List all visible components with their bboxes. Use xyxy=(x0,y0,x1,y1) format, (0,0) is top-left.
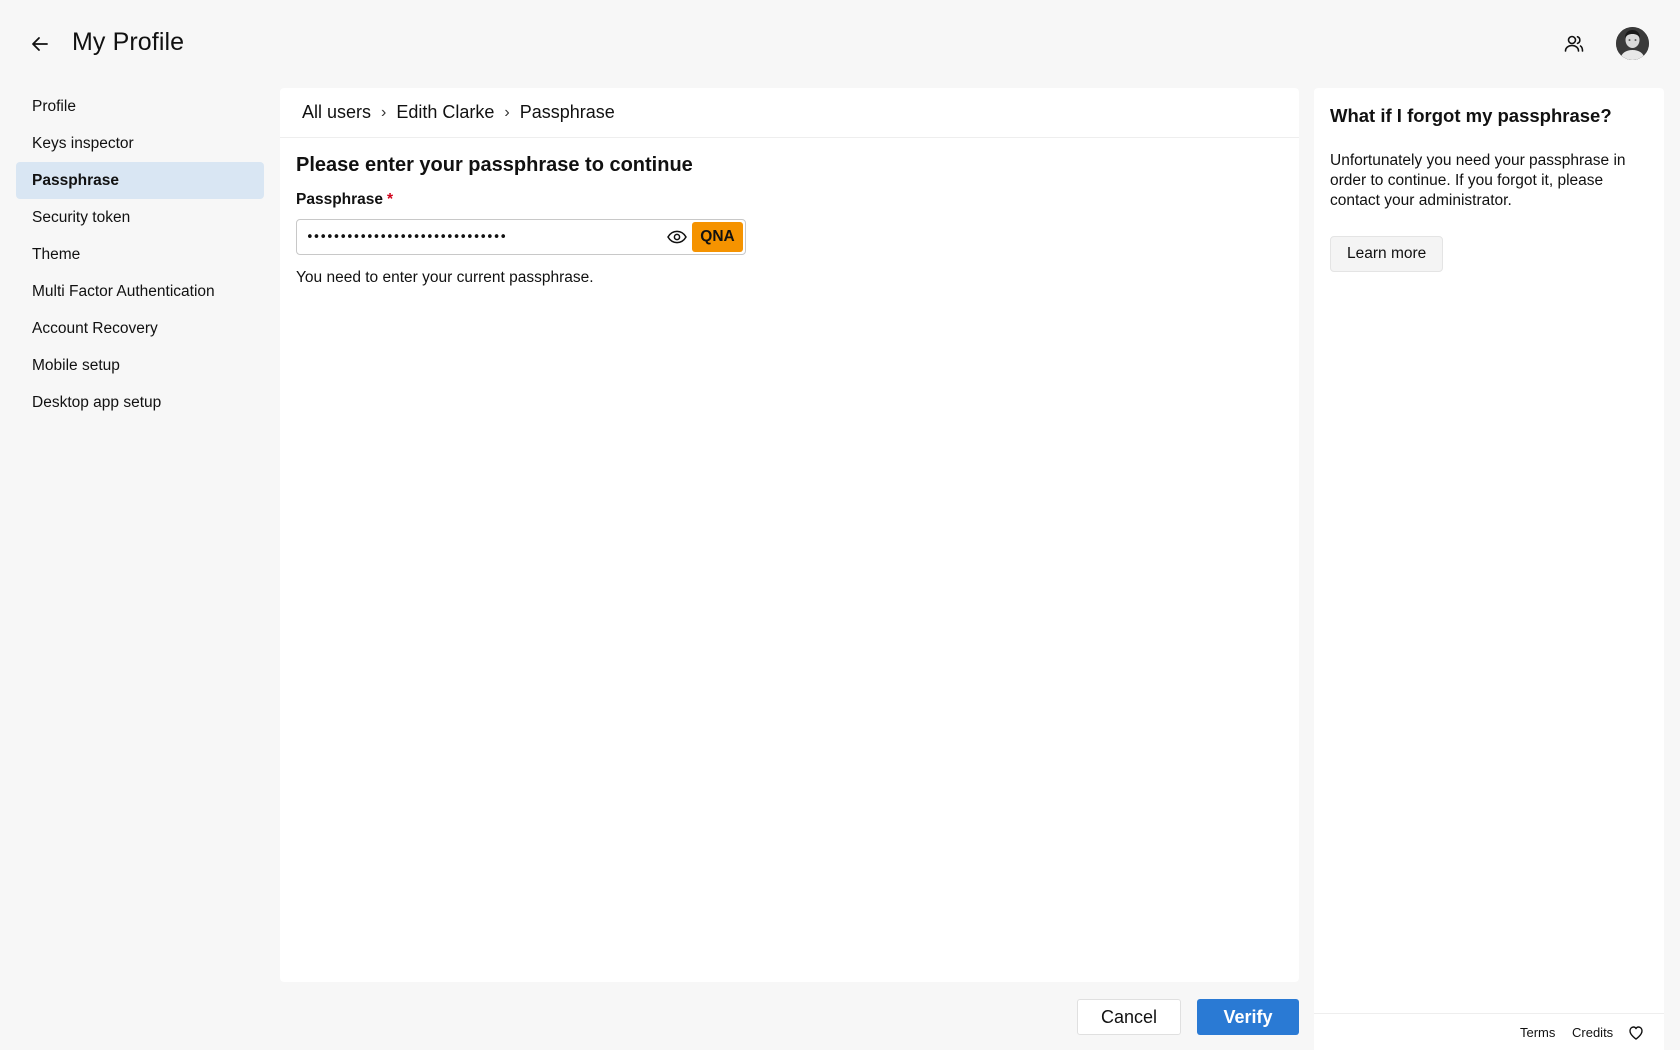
sidebar-item-passphrase[interactable]: Passphrase xyxy=(16,162,264,199)
breadcrumb: All users › Edith Clarke › Passphrase xyxy=(280,88,1299,138)
sidebar-item-profile[interactable]: Profile xyxy=(16,88,264,125)
sidebar-item-mfa[interactable]: Multi Factor Authentication xyxy=(16,273,264,310)
sidebar-item-keys-inspector[interactable]: Keys inspector xyxy=(16,125,264,162)
sidebar-nav: Profile Keys inspector Passphrase Securi… xyxy=(16,88,264,421)
sidebar-item-theme[interactable]: Theme xyxy=(16,236,264,273)
sidebar-item-mobile-setup[interactable]: Mobile setup xyxy=(16,347,264,384)
users-icon[interactable] xyxy=(1562,32,1586,56)
help-panel-text: Unfortunately you need your passphrase i… xyxy=(1330,152,1626,209)
learn-more-button[interactable]: Learn more xyxy=(1330,236,1444,272)
page-title: My Profile xyxy=(72,28,185,56)
terms-link[interactable]: Terms xyxy=(1520,1025,1555,1040)
breadcrumb-separator: › xyxy=(381,103,387,121)
passphrase-input-wrapper: QNA xyxy=(296,219,746,255)
main-panel: All users › Edith Clarke › Passphrase Pl… xyxy=(280,88,1299,982)
required-marker: * xyxy=(387,191,394,208)
sidebar-item-security-token[interactable]: Security token xyxy=(16,199,264,236)
breadcrumb-all-users[interactable]: All users xyxy=(302,102,371,123)
back-arrow-icon[interactable] xyxy=(28,32,52,56)
help-panel-title: What if I forgot my passphrase? xyxy=(1330,105,1612,126)
passphrase-label: Passphrase * xyxy=(296,191,1283,209)
footer: Terms Credits xyxy=(1314,1013,1664,1050)
credits-link[interactable]: Credits xyxy=(1572,1025,1613,1040)
qna-security-badge[interactable]: QNA xyxy=(692,222,743,252)
passphrase-label-text: Passphrase xyxy=(296,191,384,208)
passphrase-input[interactable] xyxy=(297,220,662,254)
passphrase-help-text: You need to enter your current passphras… xyxy=(296,269,594,286)
eye-icon[interactable] xyxy=(662,220,692,254)
sidebar-item-account-recovery[interactable]: Account Recovery xyxy=(16,310,264,347)
form-title: Please enter your passphrase to continue xyxy=(296,154,693,176)
passphrase-form: Please enter your passphrase to continue… xyxy=(280,138,1299,303)
breadcrumb-separator: › xyxy=(504,103,510,121)
cancel-button[interactable]: Cancel xyxy=(1077,999,1181,1035)
verify-button[interactable]: Verify xyxy=(1197,999,1299,1035)
avatar[interactable] xyxy=(1616,27,1649,60)
breadcrumb-current[interactable]: Passphrase xyxy=(520,102,615,123)
top-bar: My Profile xyxy=(0,0,1680,88)
breadcrumb-user[interactable]: Edith Clarke xyxy=(396,102,494,123)
help-panel: What if I forgot my passphrase? Unfortun… xyxy=(1314,88,1664,1050)
heart-icon[interactable] xyxy=(1628,1025,1644,1041)
sidebar-item-desktop-app-setup[interactable]: Desktop app setup xyxy=(16,384,264,421)
